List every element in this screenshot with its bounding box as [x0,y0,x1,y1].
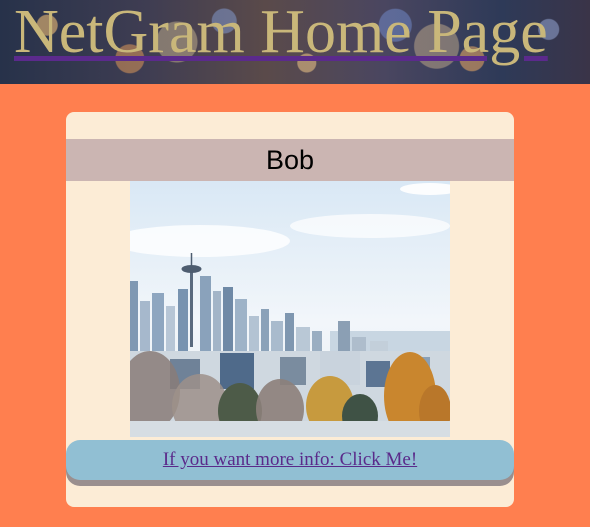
profile-name-bar: Bob [66,139,514,181]
profile-name: Bob [265,144,315,175]
more-info-link[interactable]: If you want more info: Click Me! [163,449,417,471]
profile-card: Bob If you want more info: Click Me! [66,112,514,507]
header-banner: NetGram Home Page [0,0,590,84]
page-title: NetGram Home Page [14,0,548,66]
more-info-bar: If you want more info: Click Me! [66,440,514,480]
profile-photo [130,181,450,437]
